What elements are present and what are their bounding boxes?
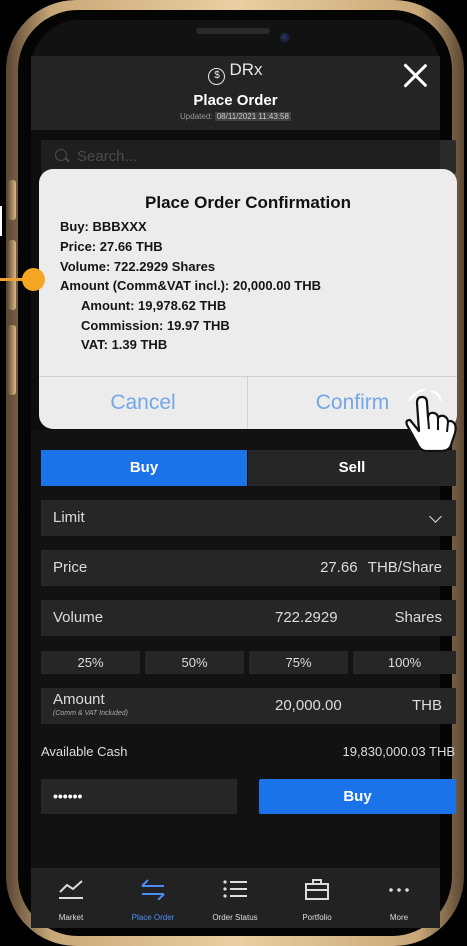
available-cash-value: 19,830,000.03 THB (342, 744, 455, 759)
list-icon (223, 880, 247, 898)
tab-place-order[interactable]: Place Order (113, 868, 193, 928)
available-cash-label: Available Cash (41, 744, 128, 759)
price-value[interactable]: 27.66 (320, 559, 358, 576)
more-dots-icon (389, 888, 409, 892)
percent-75-button[interactable]: 75% (249, 651, 348, 674)
chart-icon (59, 880, 83, 899)
amount-label: Amount (53, 691, 105, 708)
price-value-group: 27.66 THB/Share (320, 550, 442, 586)
annotation-dot (22, 268, 45, 291)
dialog-amount: Amount: 19,978.62 THB (81, 298, 227, 313)
order-type-value: Limit (53, 509, 85, 526)
chevron-down-icon (429, 510, 442, 523)
volume-field[interactable]: Volume 722.2929 Shares (41, 600, 456, 636)
phone-side-button (8, 180, 16, 220)
tab-label: Market (58, 913, 84, 922)
price-unit: THB/Share (367, 559, 442, 576)
brand: $ DRx (31, 60, 440, 85)
tab-label: Portfolio (302, 913, 332, 922)
amount-field[interactable]: Amount (Comm & VAT Included) 20,000.00 T… (41, 688, 456, 724)
cancel-button[interactable]: Cancel (39, 376, 247, 429)
app-header: $ DRx Place Order Updated: 08/11/2021 11:… (31, 56, 440, 130)
tab-order-status[interactable]: Order Status (195, 868, 275, 928)
updated-label: Updated: (180, 112, 213, 121)
tab-more[interactable]: More (359, 868, 439, 928)
page-title: Place Order (193, 92, 278, 109)
price-field[interactable]: Price 27.66 THB/Share (41, 550, 456, 586)
tab-label: Place Order (131, 913, 175, 922)
phone-side-button (8, 240, 16, 310)
percent-100-button[interactable]: 100% (353, 651, 456, 674)
dialog-buy-symbol: Buy: BBBXXX (60, 219, 147, 234)
order-type-select[interactable]: Limit (41, 500, 456, 536)
volume-value[interactable]: 722.2929 (275, 600, 338, 636)
volume-unit: Shares (394, 609, 442, 626)
amount-value[interactable]: 20,000.00 (275, 688, 342, 724)
sell-tab[interactable]: Sell (248, 450, 456, 486)
annotation-marker (0, 206, 2, 236)
buy-button[interactable]: Buy (259, 779, 456, 814)
price-label: Price (53, 559, 88, 576)
phone-side-button (8, 325, 16, 395)
swap-arrows-icon (141, 879, 165, 900)
tab-portfolio[interactable]: Portfolio (277, 868, 357, 928)
brand-name: DRx (229, 60, 263, 79)
speaker-grille (196, 28, 270, 34)
bottom-tab-bar: Market Place Order Order Status Portfoli… (31, 868, 440, 928)
close-icon[interactable] (402, 62, 428, 88)
pin-input[interactable]: •••••• (41, 779, 237, 814)
dialog-volume: Volume: 722.2929 Shares (60, 259, 216, 274)
tap-hand-icon (405, 389, 457, 453)
updated-time: 08/11/2021 11:43:58 (214, 112, 291, 121)
tab-market[interactable]: Market (31, 868, 111, 928)
logo-icon: $ (208, 68, 226, 85)
dialog-title: Place Order Confirmation (145, 193, 351, 212)
amount-unit: THB (412, 697, 442, 714)
dialog-price: Price: 27.66 THB (60, 239, 163, 254)
dialog-vat: VAT: 1.39 THB (81, 337, 168, 352)
updated-timestamp: Updated: 08/11/2021 11:43:58 (31, 112, 440, 121)
camera-icon (280, 33, 290, 43)
percent-25-button[interactable]: 25% (41, 651, 140, 674)
buy-tab[interactable]: Buy (41, 450, 247, 486)
tab-label: More (389, 913, 409, 922)
volume-label: Volume (53, 609, 104, 626)
percent-50-button[interactable]: 50% (145, 651, 244, 674)
dialog-commission: Commission: 19.97 THB (81, 318, 230, 333)
amount-sublabel: (Comm & VAT Included) (53, 710, 128, 717)
tab-label: Order Status (212, 913, 258, 922)
briefcase-icon (305, 879, 329, 900)
dialog-amount-total: Amount (Comm&VAT incl.): 20,000.00 THB (60, 278, 321, 293)
